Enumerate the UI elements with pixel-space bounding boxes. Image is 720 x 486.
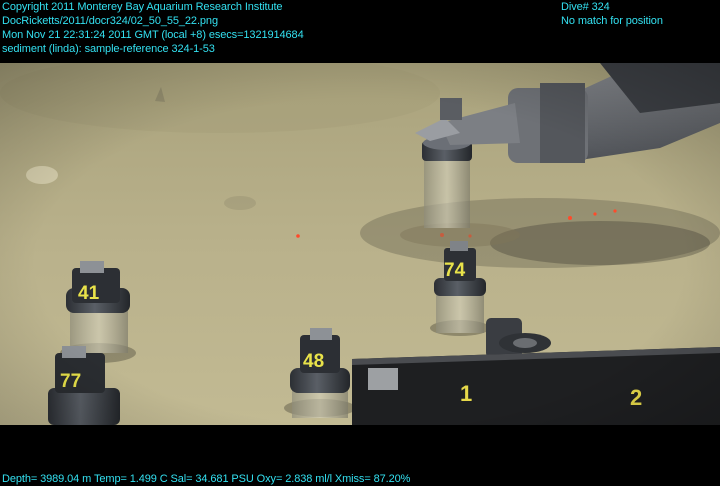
seafloor-camera-view: 74 41 77 48 bbox=[0, 63, 720, 425]
overlay-top-right: Dive# 324 No match for position bbox=[561, 0, 663, 28]
copyright-line: Copyright 2011 Monterey Bay Aquarium Res… bbox=[2, 1, 283, 13]
timestamp-line: Mon Nov 21 22:31:24 2011 GMT (local +8) … bbox=[2, 29, 304, 41]
image-path-line: DocRicketts/2011/docr324/02_50_55_22.png bbox=[2, 15, 218, 27]
sample-reference-line: sediment (linda): sample-reference 324-1… bbox=[2, 43, 215, 55]
sensor-readout: Depth= 3989.04 m Temp= 1.499 C Sal= 34.6… bbox=[2, 473, 411, 485]
dive-number: Dive# 324 bbox=[561, 1, 610, 13]
overlay-top-left: Copyright 2011 Monterey Bay Aquarium Res… bbox=[2, 0, 304, 56]
position-status: No match for position bbox=[561, 15, 663, 27]
